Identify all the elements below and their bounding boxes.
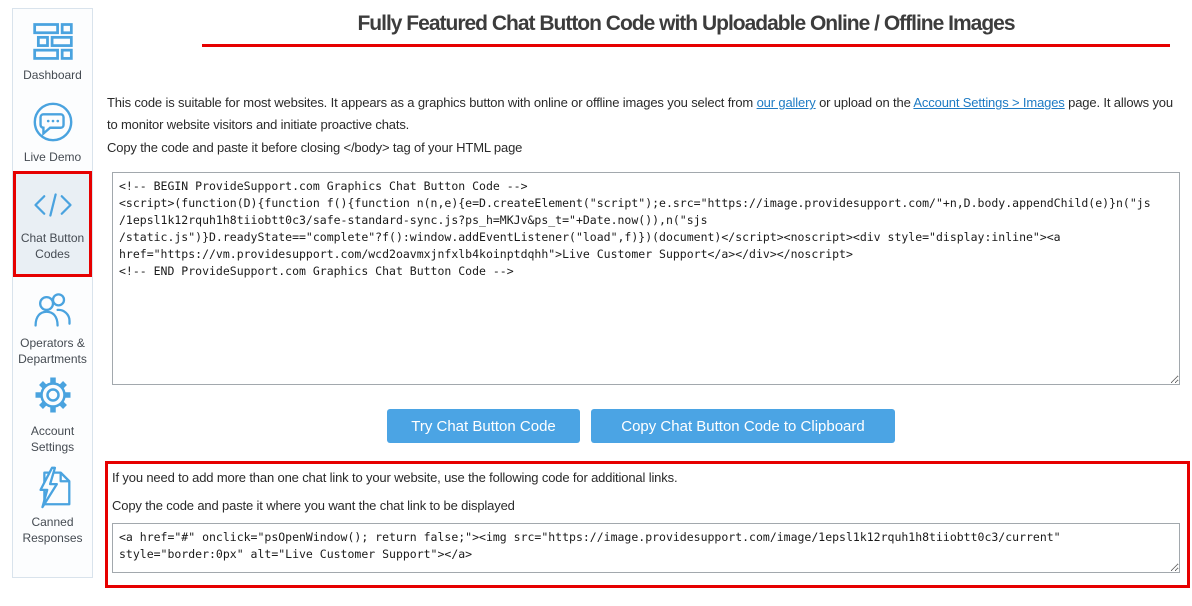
sidebar-item-label: Operators & Departments <box>15 336 90 367</box>
additional-links-section-red-annotation: If you need to add more than one chat li… <box>105 461 1190 588</box>
canned-responses-icon <box>30 464 76 510</box>
account-settings-images-link[interactable]: Account Settings > Images <box>913 95 1064 110</box>
sidebar-item-label: Live Demo <box>24 150 81 166</box>
sidebar-item-label: Chat Button Codes <box>16 231 89 262</box>
additional-chat-link-code-textarea[interactable]: <a href="#" onclick="psOpenWindow(); ret… <box>112 523 1180 573</box>
button-row: Try Chat Button Code Copy Chat Button Co… <box>387 409 895 443</box>
sidebar-item-label: Canned Responses <box>15 515 90 546</box>
our-gallery-link[interactable]: our gallery <box>757 95 816 110</box>
live-demo-icon <box>30 99 76 145</box>
copy-instruction: Copy the code and paste it before closin… <box>107 140 522 155</box>
code-icon <box>30 184 76 226</box>
gear-icon <box>29 371 77 419</box>
title-red-underline-annotation <box>202 44 1170 47</box>
sidebar-item-canned-responses[interactable]: Canned Responses <box>15 464 90 546</box>
additional-links-instruction: Copy the code and paste it where you wan… <box>112 498 515 513</box>
try-chat-button-code-button[interactable]: Try Chat Button Code <box>387 409 580 443</box>
page-title: Fully Featured Chat Button Code with Upl… <box>180 12 1192 36</box>
intro-part2: or upload on the <box>816 95 914 110</box>
sidebar-item-dashboard[interactable]: Dashboard <box>15 19 90 84</box>
sidebar-item-operators-departments[interactable]: Operators & Departments <box>15 287 90 367</box>
sidebar: Dashboard Live Demo Chat Button Codes <box>12 8 93 578</box>
dashboard-icon <box>30 19 76 63</box>
operators-icon <box>30 287 76 331</box>
intro-part1: This code is suitable for most websites.… <box>107 95 757 110</box>
sidebar-item-live-demo[interactable]: Live Demo <box>15 99 90 166</box>
sidebar-item-label: Account Settings <box>15 424 90 455</box>
additional-links-intro: If you need to add more than one chat li… <box>112 470 677 485</box>
sidebar-item-chat-button-codes[interactable]: Chat Button Codes <box>13 171 92 277</box>
chat-button-code-page: { "sidebar": { "items": [ { "label": "Da… <box>0 0 1192 606</box>
sidebar-item-label: Dashboard <box>23 68 82 84</box>
chat-button-code-textarea[interactable]: <!-- BEGIN ProvideSupport.com Graphics C… <box>112 172 1180 385</box>
sidebar-item-account-settings[interactable]: Account Settings <box>15 371 90 455</box>
intro-text: This code is suitable for most websites.… <box>107 92 1182 136</box>
copy-chat-button-code-button[interactable]: Copy Chat Button Code to Clipboard <box>591 409 895 443</box>
